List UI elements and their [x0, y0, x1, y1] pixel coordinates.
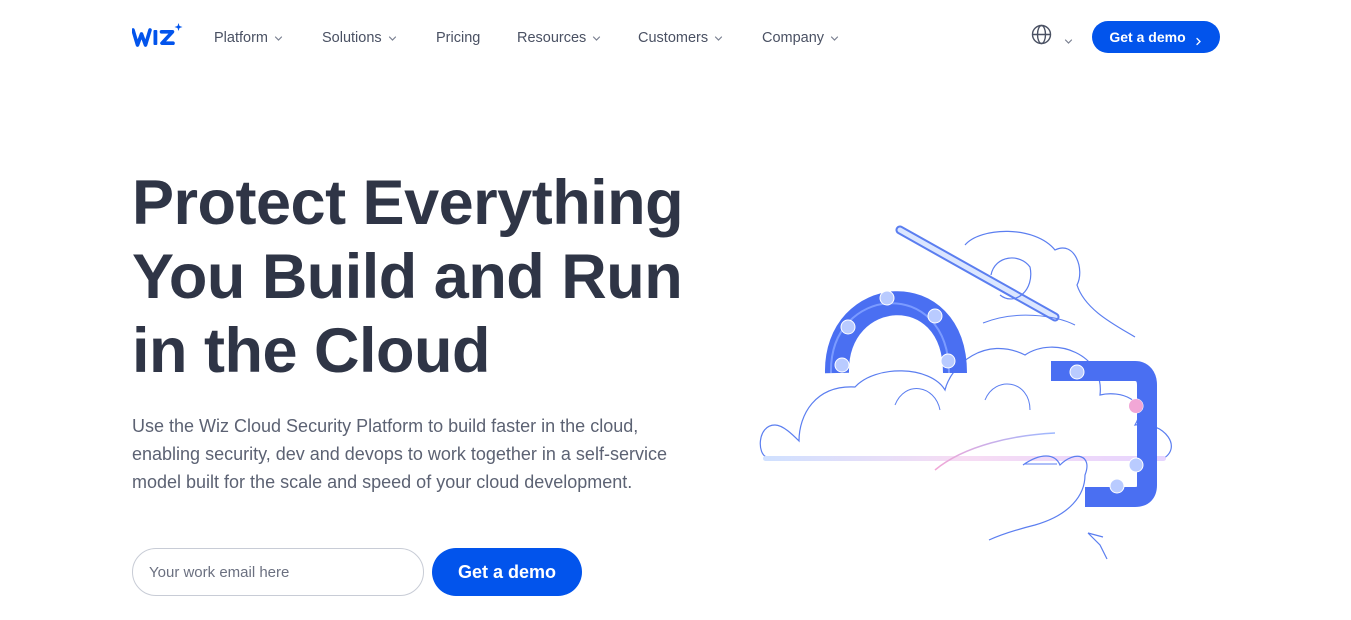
work-email-input[interactable] [132, 548, 424, 596]
hero-title-line: in the Cloud [132, 316, 490, 386]
globe-icon [1031, 24, 1052, 50]
hero-get-demo-button[interactable]: Get a demo [432, 548, 582, 596]
hero-cta-label: Get a demo [457, 561, 557, 582]
nav-item-label: Customers [638, 30, 709, 46]
nav-item-label: Resources [517, 30, 587, 46]
chevron-down-icon [830, 34, 839, 43]
chevron-down-icon [274, 34, 283, 43]
cloud-security-illustration [755, 215, 1185, 570]
nav-item-resources[interactable]: Resources [517, 27, 601, 49]
hero-title: Protect Everything You Build and Run in … [132, 166, 732, 388]
nav-item-label: Platform [214, 30, 268, 46]
hero-title-line: You Build and Run [132, 242, 683, 312]
chevron-down-icon [388, 34, 397, 43]
nav-item-label: Company [762, 30, 825, 46]
site-header: Platform Solutions Pricing Resources Cus… [0, 0, 1351, 74]
nav-item-label: Solutions [322, 30, 382, 46]
header-cta-label: Get a demo [1109, 29, 1186, 45]
nav-item-label: Pricing [436, 30, 481, 46]
chevron-down-icon [1064, 33, 1073, 44]
chevron-right-icon [1194, 33, 1203, 45]
nav-item-company[interactable]: Company [762, 27, 839, 49]
nav-item-customers[interactable]: Customers [638, 27, 723, 49]
wiz-logo[interactable] [132, 22, 184, 48]
hero-subtitle: Use the Wiz Cloud Security Platform to b… [132, 416, 667, 492]
page: Platform Solutions Pricing Resources Cus… [0, 0, 1351, 620]
chevron-down-icon [592, 34, 601, 43]
nav-item-solutions[interactable]: Solutions [322, 27, 397, 49]
chevron-down-icon [714, 34, 723, 43]
header-get-demo-button[interactable]: Get a demo [1092, 21, 1220, 53]
language-selector[interactable] [1031, 24, 1073, 50]
hero-title-line: Protect Everything [132, 168, 684, 238]
nav-item-platform[interactable]: Platform [214, 27, 283, 49]
nav-item-pricing[interactable]: Pricing [436, 27, 480, 49]
